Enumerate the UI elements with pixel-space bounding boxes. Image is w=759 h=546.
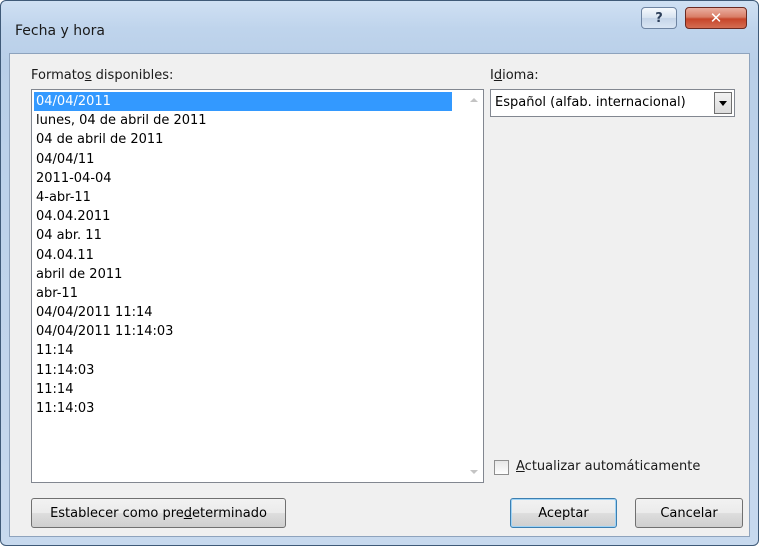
format-list-item[interactable]: 11:14 <box>34 380 452 399</box>
language-select[interactable]: Español (alfab. internacional) <box>490 89 735 117</box>
title-bar[interactable]: Fecha y hora ? ✕ <box>1 1 758 53</box>
language-selected-value: Español (alfab. internacional) <box>495 95 686 110</box>
help-button[interactable]: ? <box>641 7 677 29</box>
language-label: Idioma: <box>490 68 539 83</box>
auto-update-label[interactable]: Actualizar automáticamente <box>516 459 700 474</box>
format-list-item[interactable]: abr-11 <box>34 284 452 303</box>
cancel-button[interactable]: Cancelar <box>635 498 743 528</box>
dialog-client-area: Formatos disponibles: 04/04/2011 lunes, 0… <box>9 53 750 537</box>
scroll-up-icon[interactable] <box>470 98 478 102</box>
format-list-item[interactable]: 04.04.2011 <box>34 207 452 226</box>
format-list-item[interactable]: 04 de abril de 2011 <box>34 130 452 149</box>
accept-button[interactable]: Aceptar <box>510 498 617 528</box>
scroll-down-icon[interactable] <box>470 470 478 474</box>
formats-listbox[interactable]: 04/04/2011 lunes, 04 de abril de 2011 04 d… <box>31 89 484 483</box>
close-button[interactable]: ✕ <box>685 7 747 29</box>
format-list-item[interactable]: 04/04/2011 <box>34 92 452 112</box>
format-list-item[interactable]: 04 abr. 11 <box>34 226 452 245</box>
format-list-item[interactable]: 4-abr-11 <box>34 188 452 207</box>
format-list-item[interactable]: lunes, 04 de abril de 2011 <box>34 111 452 130</box>
formats-list: 04/04/2011 lunes, 04 de abril de 2011 04 d… <box>34 92 452 418</box>
format-list-item[interactable]: 2011-04-04 <box>34 169 452 188</box>
format-list-item[interactable]: abril de 2011 <box>34 265 452 284</box>
help-icon: ? <box>655 10 663 26</box>
language-dropdown-button[interactable] <box>714 92 732 114</box>
formats-scrollbar[interactable] <box>466 90 483 482</box>
format-list-item[interactable]: 11:14:03 <box>34 399 452 418</box>
format-list-item[interactable]: 11:14:03 <box>34 361 452 380</box>
format-list-item[interactable]: 04/04/2011 11:14 <box>34 303 452 322</box>
format-list-item[interactable]: 04/04/11 <box>34 150 452 169</box>
format-list-item[interactable]: 11:14 <box>34 341 452 360</box>
set-default-button[interactable]: Establecer como pre d eterminado <box>31 498 286 528</box>
auto-update-checkbox[interactable] <box>494 460 509 475</box>
dialog-title: Fecha y hora <box>15 23 106 39</box>
dialog-window: Fecha y hora ? ✕ Formatos disponibles: 0… <box>0 0 759 546</box>
format-list-item[interactable]: 04/04/2011 11:14:03 <box>34 322 452 341</box>
format-list-item[interactable]: 04.04.11 <box>34 246 452 265</box>
chevron-down-icon <box>719 101 727 106</box>
formats-label: Formatos disponibles: <box>31 68 174 83</box>
close-icon: ✕ <box>709 9 723 27</box>
